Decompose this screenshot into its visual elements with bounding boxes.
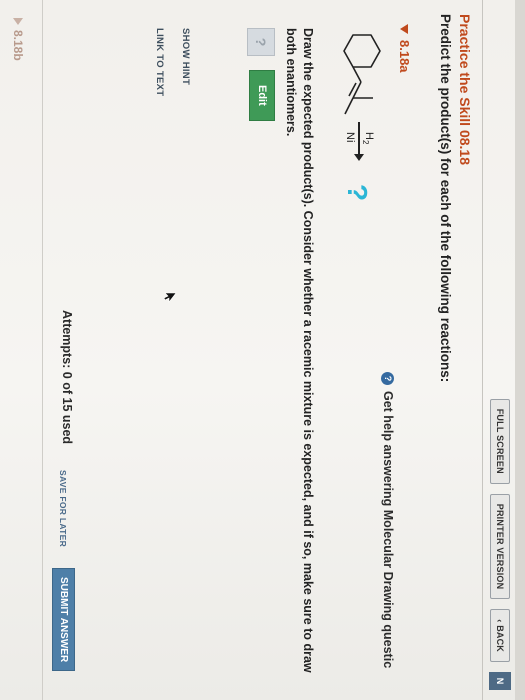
reaction-arrow-icon bbox=[358, 122, 360, 156]
submit-answer-button[interactable]: SUBMIT ANSWER bbox=[52, 568, 75, 672]
attempts-counter: Attempts: 0 of 15 used bbox=[60, 310, 74, 445]
part-a-label: 8.18a bbox=[397, 40, 412, 73]
answer-drawing-preview[interactable]: ? bbox=[247, 28, 275, 56]
problem-title: Practice the Skill 08.18 bbox=[457, 14, 473, 165]
caret-right-icon bbox=[13, 18, 23, 25]
next-nav-button[interactable]: N bbox=[489, 672, 511, 690]
answer-area: ? Edit bbox=[247, 28, 275, 121]
alkene-bond bbox=[352, 81, 362, 99]
link-to-text-link[interactable]: LINK TO TEXT bbox=[154, 28, 165, 96]
problem-prompt: Predict the product(s) for each of the f… bbox=[438, 14, 453, 383]
printer-version-button[interactable]: PRINTER VERSION bbox=[490, 493, 510, 600]
divider bbox=[482, 0, 483, 700]
mouse-cursor-icon bbox=[163, 292, 177, 303]
reagent-catalyst: Ni bbox=[344, 132, 356, 143]
drawing-instructions: Draw the expected product(s). Consider w… bbox=[284, 28, 315, 673]
show-hint-link[interactable]: SHOW HINT bbox=[180, 28, 191, 85]
part-b-header[interactable]: 8.18b bbox=[11, 18, 25, 61]
save-for-later-button[interactable]: SAVE FOR LATER bbox=[58, 470, 68, 547]
part-b-label: 8.18b bbox=[11, 30, 25, 61]
help-text: Get help answering Molecular Drawing que… bbox=[381, 391, 395, 669]
help-icon: ? bbox=[381, 372, 395, 385]
full-screen-button[interactable]: FULL SCREEN bbox=[490, 398, 510, 484]
molecular-drawing-help-link[interactable]: ? Get help answering Molecular Drawing q… bbox=[381, 372, 395, 668]
assignment-page: FULL SCREEN PRINTER VERSION ‹ BACK N Pra… bbox=[0, 0, 525, 700]
reactant-structure bbox=[343, 34, 381, 115]
product-placeholder: ? bbox=[342, 184, 373, 202]
caret-down-icon bbox=[400, 24, 409, 34]
part-a-header[interactable]: 8.18a bbox=[397, 24, 412, 73]
edit-button[interactable]: Edit bbox=[249, 70, 275, 121]
browser-edge bbox=[515, 0, 525, 700]
reagent-h2: H2 bbox=[360, 132, 375, 145]
cyclohexane-ring bbox=[343, 34, 381, 68]
toolbar: FULL SCREEN PRINTER VERSION ‹ BACK N bbox=[489, 398, 511, 690]
ring-substituent-bond bbox=[352, 66, 362, 83]
reaction-conditions: H2 Ni bbox=[335, 120, 375, 166]
back-button[interactable]: ‹ BACK bbox=[490, 609, 510, 662]
divider bbox=[42, 0, 43, 700]
methyl-bond-right bbox=[344, 97, 354, 115]
